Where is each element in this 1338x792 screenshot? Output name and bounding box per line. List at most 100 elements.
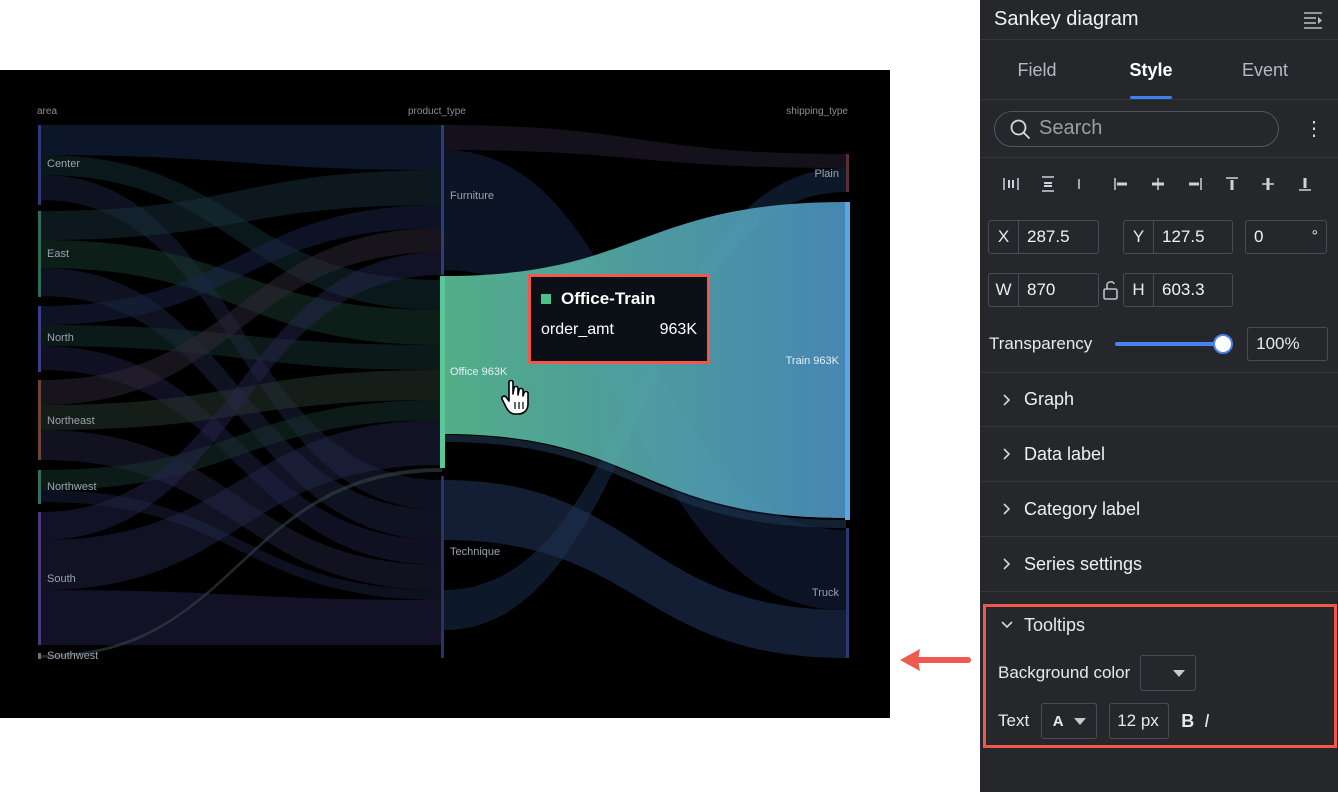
label-center: Center bbox=[47, 158, 80, 170]
tooltips-section: Tooltips Background color Text A 12 px B… bbox=[983, 604, 1337, 748]
x-value: 287.5 bbox=[1027, 226, 1070, 246]
align-middle-vertical-icon[interactable] bbox=[1259, 175, 1277, 193]
italic-button[interactable]: I bbox=[1204, 711, 1209, 732]
collapse-menu-icon[interactable] bbox=[1302, 9, 1324, 31]
label-train: Train 963K bbox=[786, 355, 840, 367]
section-category-label[interactable]: Category label bbox=[980, 482, 1338, 537]
text-color-picker[interactable]: A bbox=[1041, 703, 1098, 739]
slider-thumb[interactable] bbox=[1213, 334, 1234, 354]
section-series-settings-label: Series settings bbox=[1024, 553, 1143, 574]
search-row: ⋮ bbox=[980, 100, 1338, 158]
link-south-technique bbox=[41, 590, 442, 645]
rotation-field[interactable]: 0 ° bbox=[1245, 219, 1327, 254]
panel-title: Sankey diagram bbox=[994, 8, 1139, 30]
node-south bbox=[38, 512, 41, 645]
label-truck: Truck bbox=[812, 587, 840, 599]
y-label: Y bbox=[1124, 220, 1154, 253]
tooltip-text-row: Text A 12 px B I bbox=[986, 697, 1334, 745]
node-southwest bbox=[38, 653, 41, 659]
align-right-icon[interactable] bbox=[1186, 175, 1204, 193]
label-plain: Plain bbox=[815, 168, 839, 180]
position-row: X 287.5 Y 127.5 0 ° bbox=[980, 210, 1338, 263]
node-truck bbox=[846, 528, 849, 658]
search-icon bbox=[1010, 119, 1030, 139]
style-panel: Sankey diagram Field Style Event Search … bbox=[980, 0, 1338, 792]
label-office: Office 963K bbox=[450, 366, 508, 378]
x-label: X bbox=[989, 220, 1019, 253]
align-bottom-icon[interactable] bbox=[1296, 175, 1314, 193]
x-field[interactable]: X 287.5 bbox=[988, 219, 1099, 254]
chevron-right-icon bbox=[1003, 558, 1011, 570]
caret-down-icon bbox=[1173, 669, 1186, 677]
screen: area product_type shipping_type Center E… bbox=[0, 0, 1338, 792]
tooltips-section-title: Tooltips bbox=[1024, 614, 1086, 635]
chevron-right-icon bbox=[1003, 393, 1011, 406]
distribute-vertical-icon[interactable] bbox=[1039, 175, 1057, 193]
tab-style[interactable]: Style bbox=[1094, 60, 1208, 99]
rotation-unit: ° bbox=[1311, 227, 1318, 245]
sankey-svg: area product_type shipping_type Center E… bbox=[37, 106, 850, 662]
column-header-product-type: product_type bbox=[408, 106, 466, 117]
section-series-settings[interactable]: Series settings bbox=[980, 537, 1338, 592]
font-size-field[interactable]: 12 px bbox=[1109, 703, 1170, 739]
tooltip-metric: order_amt bbox=[541, 321, 614, 338]
align-left-icon[interactable] bbox=[1112, 175, 1130, 193]
tooltips-section-header[interactable]: Tooltips bbox=[986, 607, 1334, 643]
node-center bbox=[38, 125, 41, 205]
label-technique: Technique bbox=[450, 546, 500, 558]
section-data-label[interactable]: Data label bbox=[980, 427, 1338, 482]
h-field[interactable]: H 603.3 bbox=[1123, 272, 1233, 307]
chart-tooltip: Office-Train order_amt 963K bbox=[528, 274, 710, 364]
area-nodes bbox=[38, 125, 41, 659]
w-value: 870 bbox=[1027, 279, 1056, 299]
section-graph-label: Graph bbox=[1024, 389, 1075, 409]
tooltip-swatch bbox=[541, 294, 551, 304]
node-northeast bbox=[38, 380, 41, 460]
bold-button[interactable]: B bbox=[1181, 711, 1194, 732]
chevron-right-icon bbox=[1003, 448, 1011, 460]
transparency-value-field[interactable]: 100% bbox=[1247, 327, 1328, 361]
section-graph[interactable]: Graph bbox=[980, 372, 1338, 427]
column-header-area: area bbox=[37, 106, 57, 117]
slider-track bbox=[1114, 342, 1226, 346]
y-field[interactable]: Y 127.5 bbox=[1123, 219, 1233, 254]
w-label: W bbox=[989, 273, 1019, 306]
font-color-icon: A bbox=[1052, 712, 1064, 730]
tooltip-bg-color-picker[interactable] bbox=[1140, 655, 1197, 691]
label-southwest: Southwest bbox=[47, 650, 98, 662]
align-top-icon[interactable] bbox=[1223, 175, 1241, 193]
tooltip-text-label: Text bbox=[998, 711, 1030, 730]
tab-field[interactable]: Field bbox=[980, 60, 1094, 99]
search-input[interactable] bbox=[1039, 117, 1259, 140]
more-options-button[interactable]: ⋮ bbox=[1304, 116, 1324, 141]
h-value: 603.3 bbox=[1162, 279, 1205, 299]
section-data-label-label: Data label bbox=[1024, 443, 1106, 464]
distribute-horizontal-icon[interactable] bbox=[1002, 175, 1020, 193]
h-label: H bbox=[1124, 273, 1154, 306]
node-northwest bbox=[38, 470, 41, 504]
transparency-label: Transparency bbox=[989, 334, 1093, 353]
node-furniture bbox=[441, 125, 444, 275]
w-field[interactable]: W 870 bbox=[988, 272, 1099, 307]
label-furniture: Furniture bbox=[450, 190, 494, 202]
search-box[interactable] bbox=[994, 110, 1279, 147]
tooltip-row: order_amt 963K bbox=[541, 321, 697, 339]
separator-icon bbox=[1077, 179, 1080, 189]
tab-event[interactable]: Event bbox=[1208, 60, 1322, 99]
chevron-down-icon bbox=[1001, 621, 1013, 629]
node-train bbox=[845, 202, 850, 520]
node-plain bbox=[846, 154, 849, 192]
link-furniture-plain bbox=[444, 125, 846, 168]
column-header-shipping-type: shipping_type bbox=[786, 106, 848, 117]
panel-header: Sankey diagram bbox=[980, 0, 1338, 40]
align-center-horizontal-icon[interactable] bbox=[1149, 175, 1167, 193]
node-office bbox=[440, 276, 445, 468]
transparency-row: Transparency 100% bbox=[980, 316, 1338, 372]
caret-down-icon bbox=[1073, 717, 1086, 725]
tooltip-header: Office-Train bbox=[541, 289, 697, 309]
lock-open-icon[interactable] bbox=[1099, 273, 1123, 307]
size-row: W 870 H 603.3 bbox=[980, 263, 1338, 316]
node-technique bbox=[441, 476, 444, 658]
transparency-slider[interactable] bbox=[1114, 334, 1234, 354]
y-value: 127.5 bbox=[1162, 226, 1205, 246]
